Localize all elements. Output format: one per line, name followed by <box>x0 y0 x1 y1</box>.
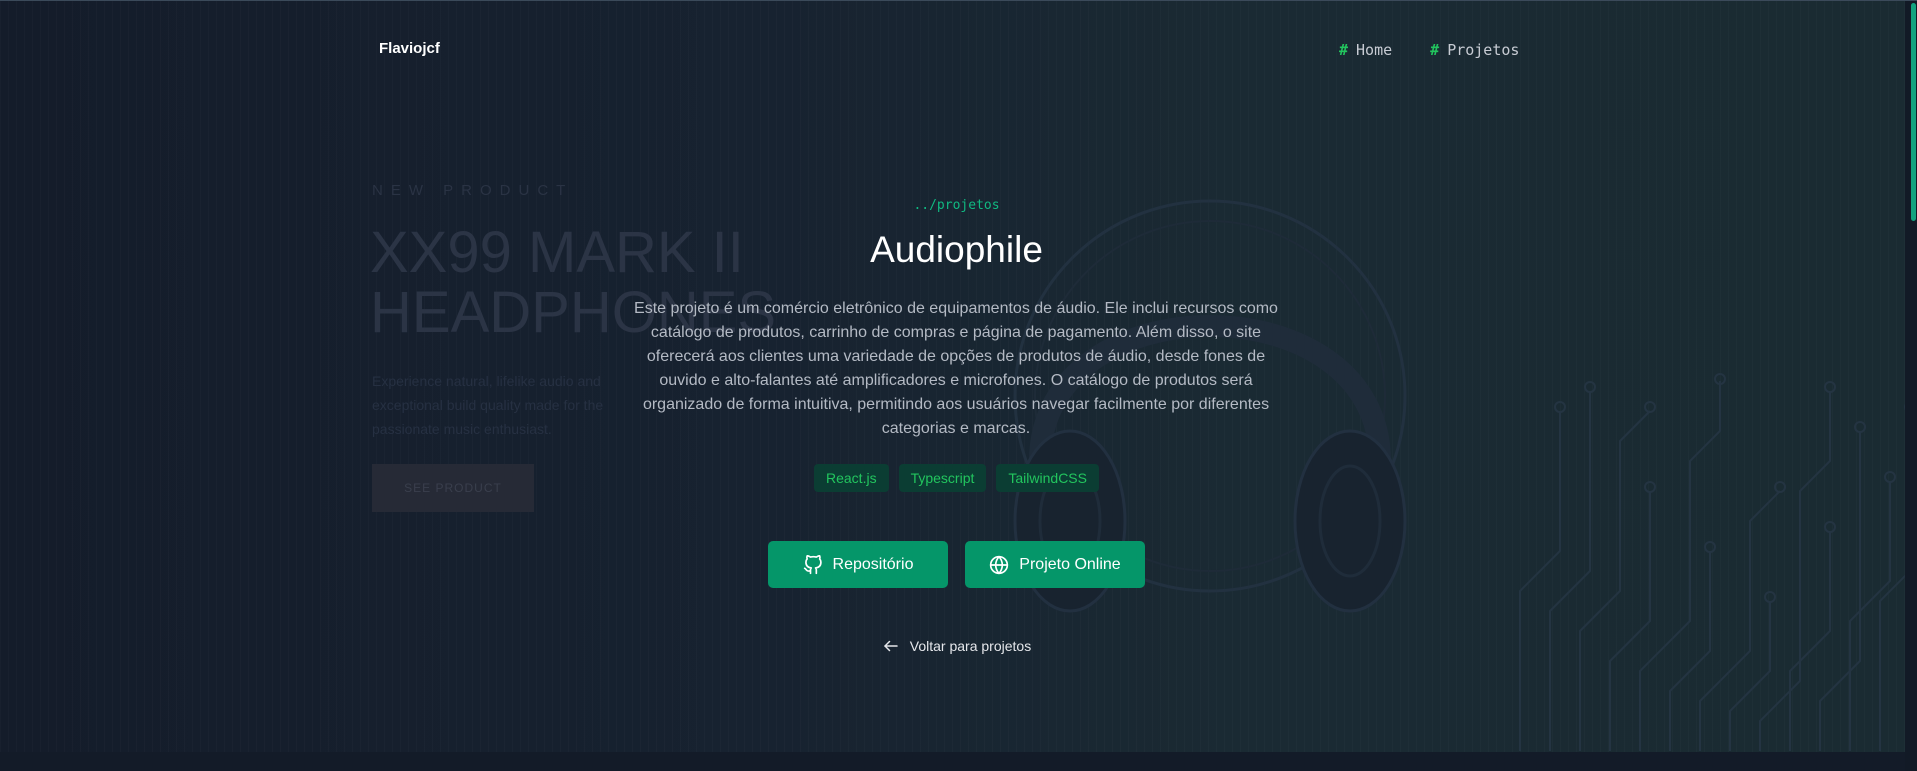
tag-tailwind: TailwindCSS <box>996 464 1099 492</box>
tech-tags: React.js Typescript TailwindCSS <box>0 464 1913 492</box>
project-title: Audiophile <box>870 229 1043 270</box>
online-project-button[interactable]: Projeto Online <box>965 541 1145 588</box>
circuit-pattern <box>1519 373 1916 751</box>
github-icon <box>803 554 822 574</box>
repository-button-label: Repositório <box>832 555 914 573</box>
page-scrollbar[interactable] <box>1905 1 1917 771</box>
back-to-projects-link[interactable]: Voltar para projetos <box>0 637 1913 655</box>
project-description: Este projeto é um comércio eletrônico de… <box>634 300 1278 437</box>
bottom-strip <box>0 752 1917 771</box>
page: NEW PRODUCT XX99 MARK II HEADPHONES Expe… <box>0 0 1917 771</box>
breadcrumb[interactable]: ../projetos <box>0 198 1913 213</box>
hash-icon: # <box>1430 41 1440 59</box>
arrow-left-icon <box>884 640 898 652</box>
nav-projetos[interactable]: # Projetos <box>1430 41 1519 59</box>
hash-icon: # <box>1339 41 1349 59</box>
project-actions: Repositório Projeto Online <box>768 541 1145 588</box>
tag-react: React.js <box>814 464 889 492</box>
globe-icon <box>990 555 1009 574</box>
nav-home-label: Home <box>1356 41 1393 59</box>
nav-projetos-label: Projetos <box>1447 41 1520 59</box>
site-logo[interactable]: Flaviojcf <box>379 40 440 57</box>
nav-home[interactable]: # Home <box>1339 41 1392 59</box>
back-link-label: Voltar para projetos <box>909 638 1032 654</box>
scrollbar-thumb[interactable] <box>1911 3 1916 221</box>
main-nav: # Home # Projetos <box>1339 41 1519 59</box>
tag-typescript: Typescript <box>898 464 987 492</box>
online-project-button-label: Projeto Online <box>1019 555 1121 573</box>
repository-button[interactable]: Repositório <box>768 541 948 588</box>
preview-eyebrow: NEW PRODUCT <box>372 182 574 199</box>
